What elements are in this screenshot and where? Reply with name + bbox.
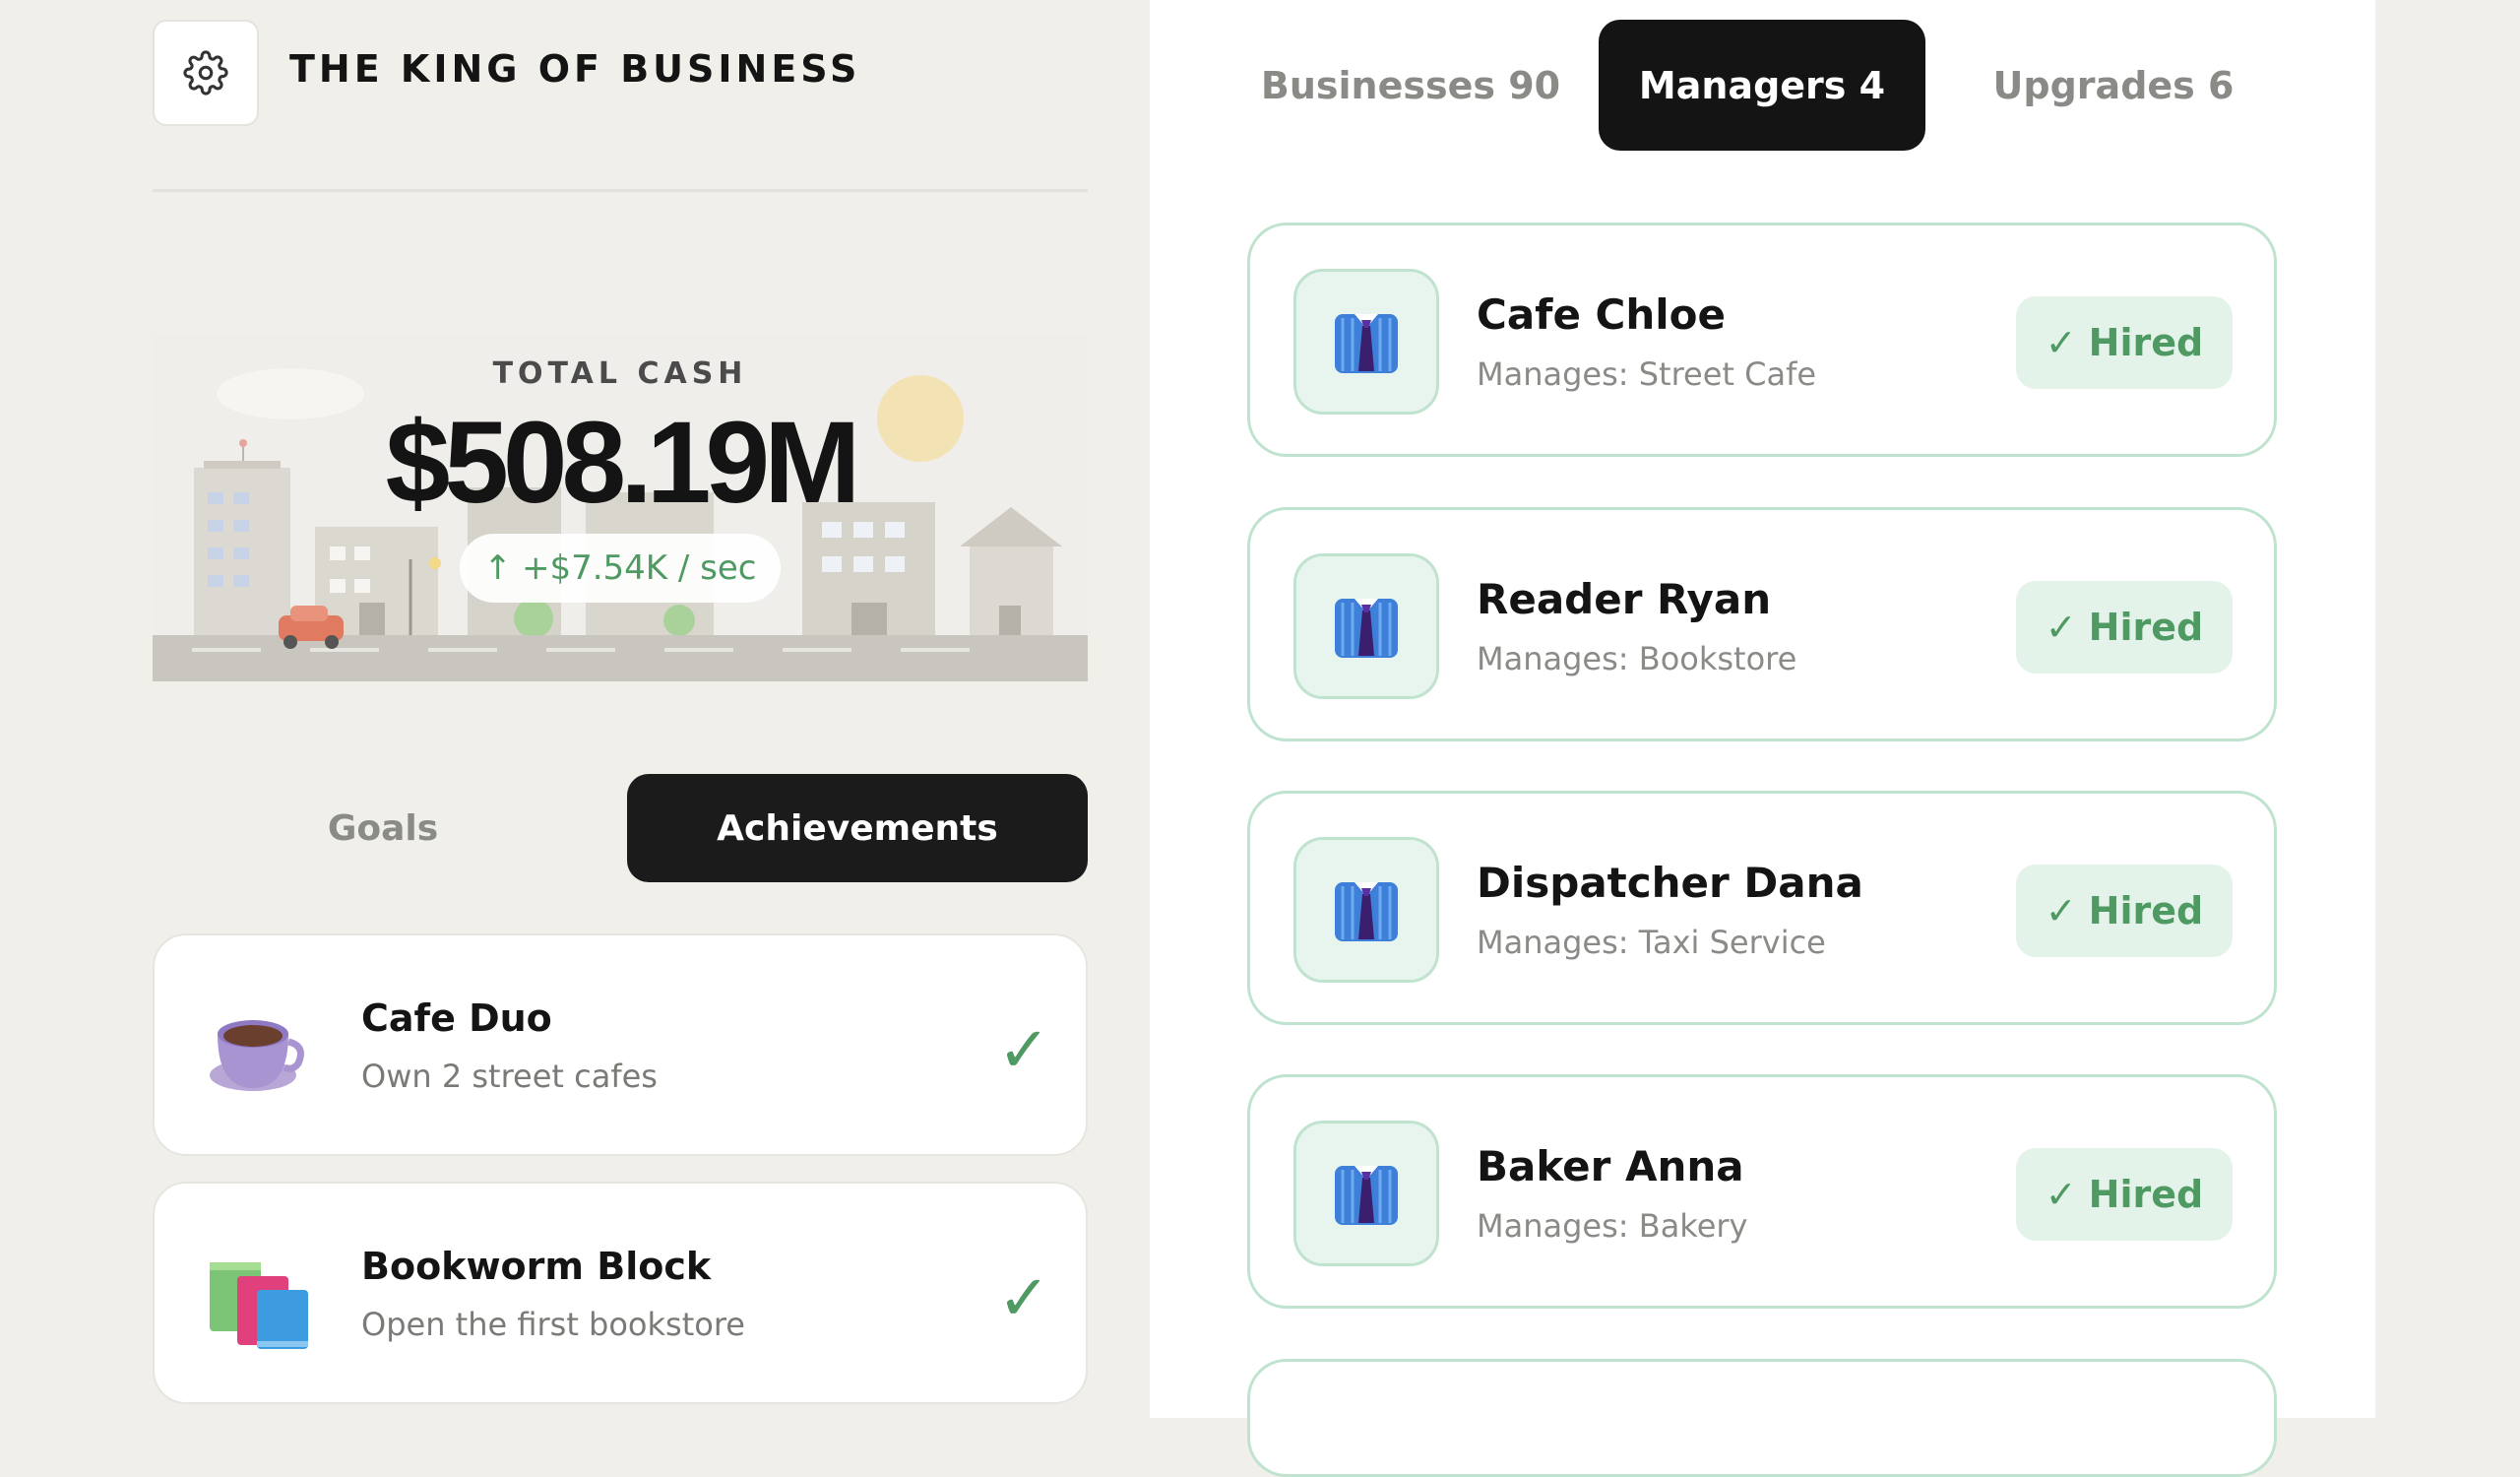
checkmark-icon: ✓ — [997, 1014, 1050, 1087]
app-title: THE KING OF BUSINESS — [289, 47, 861, 91]
manager-business: Manages: Bakery — [1477, 1207, 1748, 1245]
manager-avatar — [1293, 1121, 1439, 1266]
settings-button[interactable] — [153, 20, 259, 126]
suit-shirt-icon — [1335, 1166, 1398, 1225]
check-icon: ✓ — [2045, 889, 2077, 932]
manager-card: Dispatcher Dana Manages: Taxi Service ✓ … — [1247, 791, 2277, 1025]
check-icon: ✓ — [2045, 1173, 2077, 1216]
achievement-description: Open the first bookstore — [361, 1306, 745, 1343]
total-cash-label: TOTAL CASH — [492, 356, 748, 391]
hired-label: Hired — [2088, 889, 2204, 932]
manager-name: Cafe Chloe — [1477, 290, 1727, 339]
page-margin — [2375, 0, 2520, 1418]
hired-label: Hired — [2088, 321, 2204, 364]
manager-name: Reader Ryan — [1477, 575, 1772, 623]
hired-badge: ✓ Hired — [2016, 865, 2233, 957]
hired-label: Hired — [2088, 1173, 2204, 1216]
manager-card: Baker Anna Manages: Bakery ✓ Hired — [1247, 1074, 2277, 1309]
achievement-card: Bookworm Block Open the first bookstore … — [153, 1182, 1088, 1404]
coffee-cup-icon — [210, 1020, 304, 1091]
check-icon: ✓ — [2045, 321, 2077, 364]
tab-upgrades[interactable]: Upgrades 6 — [1951, 20, 2276, 151]
arrow-up-icon: ↑ — [483, 548, 512, 588]
hired-badge: ✓ Hired — [2016, 296, 2233, 389]
tab-achievements[interactable]: Achievements — [627, 774, 1088, 882]
hired-badge: ✓ Hired — [2016, 581, 2233, 674]
manager-name: Dispatcher Dana — [1477, 859, 1863, 907]
hired-label: Hired — [2088, 606, 2204, 649]
suit-shirt-icon — [1335, 599, 1398, 658]
income-rate-pill: ↑ +$7.54K / sec — [460, 534, 781, 603]
manager-avatar — [1293, 269, 1439, 415]
manager-card — [1247, 1359, 2277, 1477]
tab-goals[interactable]: Goals — [153, 774, 613, 882]
achievement-title: Bookworm Block — [361, 1245, 712, 1288]
achievement-card: Cafe Duo Own 2 street cafes ✓ — [153, 933, 1088, 1156]
manager-business: Manages: Street Cafe — [1477, 355, 1817, 393]
achievement-description: Own 2 street cafes — [361, 1058, 658, 1095]
achievement-title: Cafe Duo — [361, 996, 552, 1040]
manager-avatar — [1293, 553, 1439, 699]
checkmark-icon: ✓ — [997, 1262, 1050, 1335]
manager-avatar — [1293, 837, 1439, 983]
total-cash-value: $508.19M — [385, 398, 861, 528]
manager-business: Manages: Taxi Service — [1477, 924, 1826, 961]
manager-card: Reader Ryan Manages: Bookstore ✓ Hired — [1247, 507, 2277, 741]
suit-shirt-icon — [1335, 882, 1398, 941]
manager-name: Baker Anna — [1477, 1142, 1744, 1190]
manager-card: Cafe Chloe Manages: Street Cafe ✓ Hired — [1247, 223, 2277, 457]
tab-businesses[interactable]: Businesses 90 — [1248, 20, 1573, 151]
suit-shirt-icon — [1335, 314, 1398, 373]
income-rate-text: +$7.54K / sec — [521, 548, 757, 588]
manager-business: Manages: Bookstore — [1477, 640, 1797, 677]
tab-managers[interactable]: Managers 4 — [1599, 20, 1925, 151]
books-icon — [210, 1262, 308, 1349]
gear-icon — [183, 50, 228, 96]
cash-hero: TOTAL CASH $508.19M ↑ +$7.54K / sec — [153, 335, 1088, 681]
header-divider — [153, 189, 1088, 192]
hired-badge: ✓ Hired — [2016, 1148, 2233, 1241]
check-icon: ✓ — [2045, 606, 2077, 649]
